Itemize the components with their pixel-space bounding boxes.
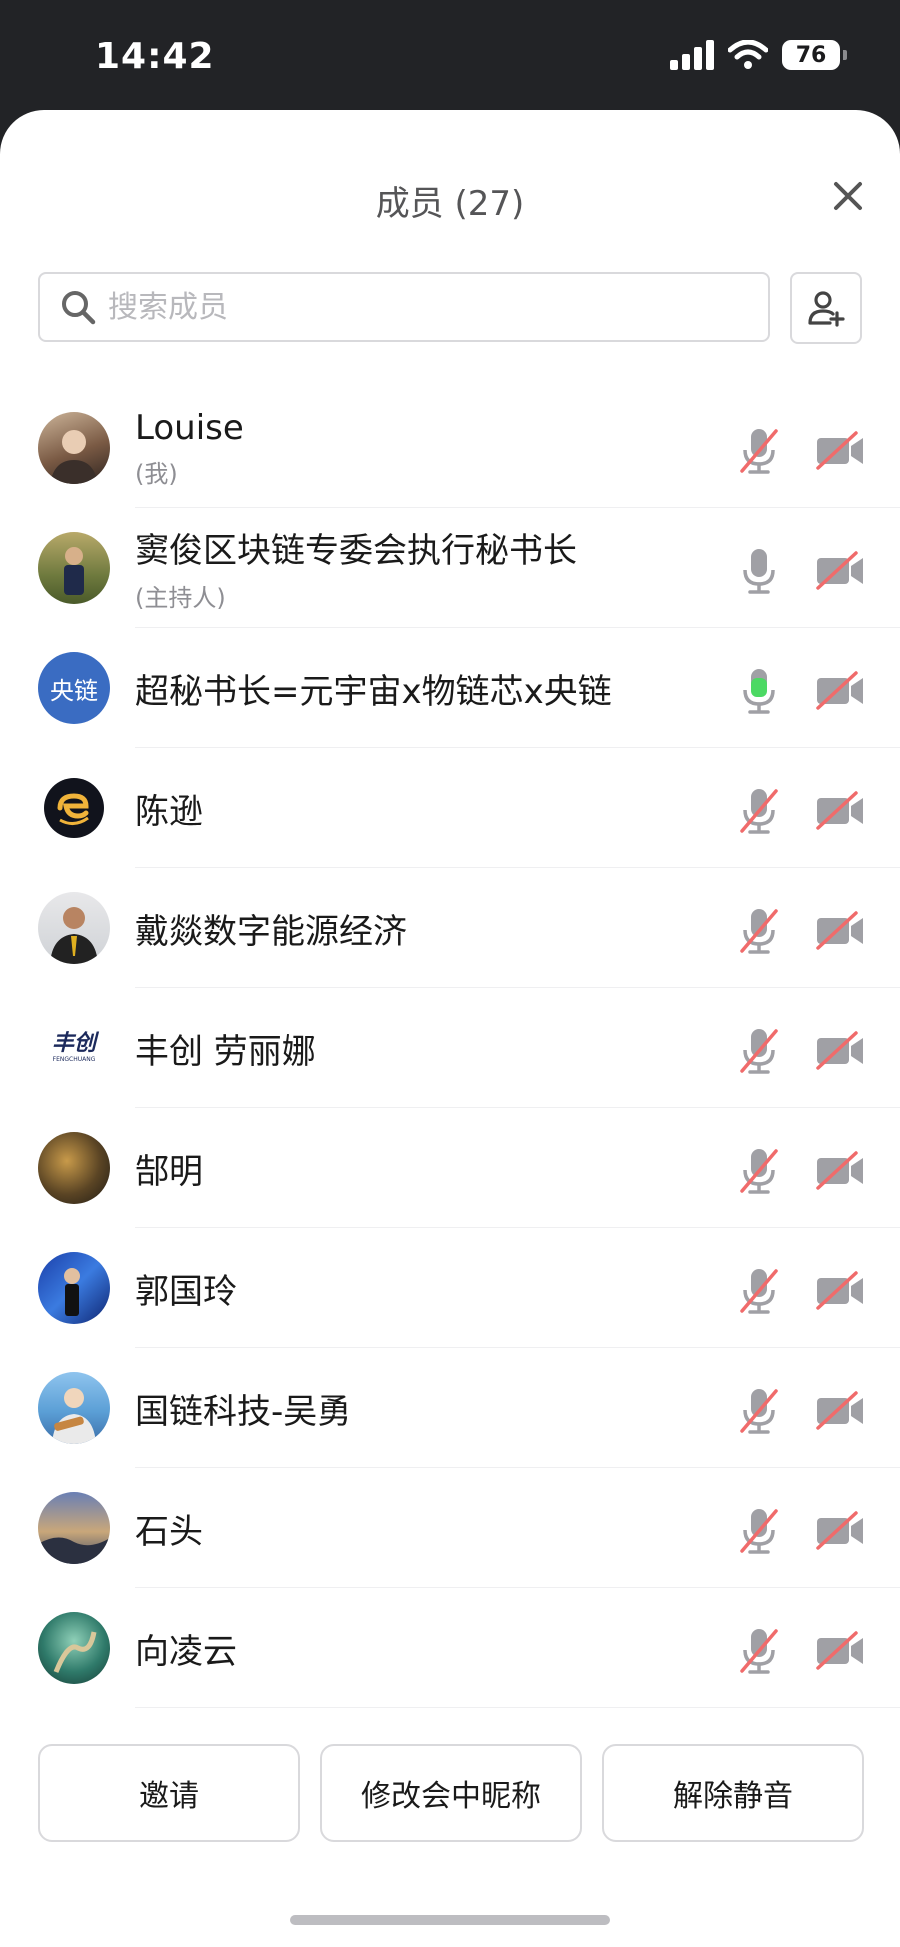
action-bar: 邀请 修改会中昵称 解除静音	[38, 1744, 864, 1842]
status-time: 14:42	[95, 36, 215, 77]
member-name: 陈逊	[135, 791, 203, 832]
mic-muted-icon[interactable]	[738, 1266, 780, 1316]
member-list: Louise (我) 窦俊区块链专委会执行秘书长 (主持人) 央链 超秘书长=元…	[0, 388, 900, 1708]
mic-muted-icon[interactable]	[738, 1146, 780, 1196]
member-name: 国链科技-吴勇	[135, 1391, 352, 1432]
mic-muted-icon[interactable]	[738, 786, 780, 836]
member-row[interactable]: 郜明	[0, 1108, 900, 1228]
add-member-button[interactable]	[790, 272, 862, 344]
member-row[interactable]: 郭国玲	[0, 1228, 900, 1348]
member-row[interactable]: 国链科技-吴勇	[0, 1348, 900, 1468]
unmute-button[interactable]: 解除静音	[602, 1744, 864, 1842]
member-row[interactable]: 窦俊区块链专委会执行秘书长 (主持人)	[0, 508, 900, 628]
avatar	[38, 1372, 110, 1444]
member-name: 丰创 劳丽娜	[135, 1031, 316, 1072]
member-row[interactable]: 丰创 FENGCHUANG 丰创 劳丽娜	[0, 988, 900, 1108]
avatar	[38, 1252, 110, 1324]
camera-off-icon[interactable]	[815, 1270, 865, 1310]
avatar	[38, 412, 110, 484]
member-name: 戴燚数字能源经济	[135, 911, 407, 952]
avatar: 央链	[38, 652, 110, 724]
mic-muted-icon[interactable]	[738, 1026, 780, 1076]
members-panel: 成员 (27) Louise (我)	[0, 110, 900, 1947]
member-row[interactable]: Louise (我)	[0, 388, 900, 508]
search-box[interactable]	[38, 272, 770, 342]
avatar	[38, 1132, 110, 1204]
member-row[interactable]: 央链 超秘书长=元宇宙x物链芯x央链	[0, 628, 900, 748]
camera-off-icon[interactable]	[815, 910, 865, 950]
mic-icon[interactable]	[738, 546, 780, 596]
add-member-icon	[808, 291, 845, 327]
member-role: (主持人)	[135, 584, 226, 612]
member-name: 郭国玲	[135, 1271, 237, 1312]
avatar	[38, 772, 110, 844]
camera-off-icon[interactable]	[815, 1630, 865, 1670]
home-indicator[interactable]	[290, 1915, 610, 1925]
member-row[interactable]: 石头	[0, 1468, 900, 1588]
member-name: 石头	[135, 1511, 203, 1552]
mic-active-icon[interactable]	[738, 666, 780, 716]
camera-off-icon[interactable]	[815, 1150, 865, 1190]
camera-off-icon[interactable]	[815, 790, 865, 830]
member-row[interactable]: 向凌云	[0, 1588, 900, 1708]
search-icon	[62, 291, 96, 325]
battery-level: 76	[795, 42, 827, 68]
search-input[interactable]	[106, 288, 730, 326]
close-icon[interactable]	[828, 176, 868, 216]
member-role: (我)	[135, 459, 178, 488]
member-name: Louise	[135, 407, 244, 448]
avatar	[38, 1492, 110, 1564]
panel-title: 成员 (27)	[375, 184, 525, 224]
avatar	[38, 532, 110, 604]
member-row[interactable]: 陈逊	[0, 748, 900, 868]
member-name: 郜明	[135, 1151, 203, 1192]
member-name: 向凌云	[135, 1631, 237, 1672]
camera-off-icon[interactable]	[815, 1510, 865, 1550]
avatar-logo-subtext: FENGCHUANG	[52, 1056, 96, 1063]
signal-icon	[670, 40, 714, 70]
avatar	[38, 892, 110, 964]
member-name: 窦俊区块链专委会执行秘书长	[135, 531, 577, 571]
mic-muted-icon[interactable]	[738, 1386, 780, 1436]
avatar-logo-text: 丰创	[51, 1031, 96, 1056]
invite-button[interactable]: 邀请	[38, 1744, 300, 1842]
mic-muted-icon[interactable]	[738, 1626, 780, 1676]
wifi-icon	[728, 40, 768, 69]
camera-off-icon[interactable]	[815, 1030, 865, 1070]
avatar-text: 央链	[50, 676, 98, 705]
camera-off-icon[interactable]	[815, 1390, 865, 1430]
battery-icon: 76	[782, 40, 847, 70]
camera-off-icon[interactable]	[815, 430, 865, 470]
status-icons: 76	[670, 40, 847, 70]
mic-muted-icon[interactable]	[738, 426, 780, 476]
camera-off-icon[interactable]	[815, 670, 865, 710]
avatar: 丰创 FENGCHUANG	[38, 1012, 110, 1084]
camera-off-icon[interactable]	[815, 550, 865, 590]
avatar	[38, 1612, 110, 1684]
member-name: 超秘书长=元宇宙x物链芯x央链	[135, 671, 612, 712]
rename-button[interactable]: 修改会中昵称	[320, 1744, 582, 1842]
mic-muted-icon[interactable]	[738, 906, 780, 956]
status-bar: 14:42 76	[0, 0, 900, 110]
mic-muted-icon[interactable]	[738, 1506, 780, 1556]
member-row[interactable]: 戴燚数字能源经济	[0, 868, 900, 988]
